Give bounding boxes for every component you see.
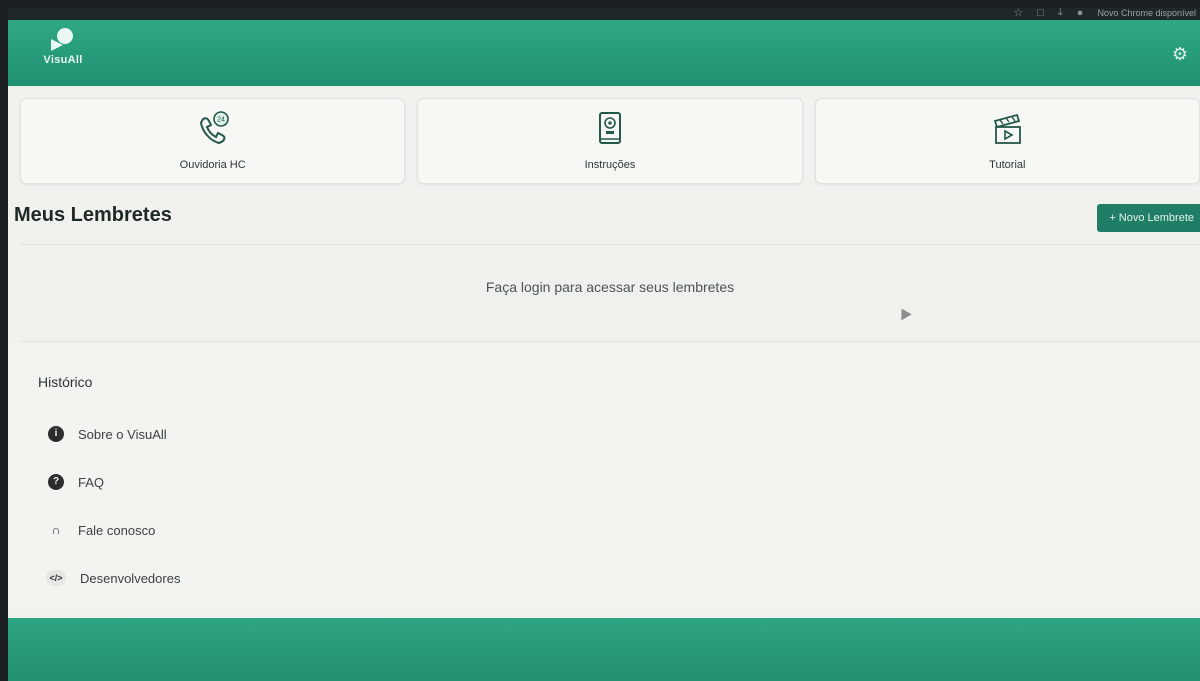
logo[interactable]: VisuAll — [38, 28, 88, 74]
code-icon: </> — [46, 570, 66, 586]
question-icon: ? — [48, 474, 64, 490]
logo-text: VisuAll — [43, 54, 83, 66]
new-reminder-button[interactable]: + Novo Lembrete — [1097, 204, 1200, 232]
card-tutorial[interactable]: Tutorial — [814, 98, 1200, 184]
download-icon[interactable]: ⤓ — [1058, 8, 1063, 19]
history-title: Histórico — [38, 374, 93, 390]
card-label: Instruções — [584, 159, 636, 171]
app-header: VisuAll ⚙ — [8, 20, 1200, 86]
card-ouvidoria[interactable]: 24 Ouvidoria HC — [20, 98, 406, 184]
phone-24h-icon: 24 — [199, 111, 229, 145]
profile-icon[interactable]: ● — [1077, 8, 1084, 19]
history-item-about[interactable]: i Sobre o VisuAll — [48, 422, 180, 446]
login-message: Faça login para acessar seus lembretes — [485, 279, 735, 295]
card-label: Ouvidoria HC — [179, 159, 246, 171]
clapperboard-icon — [994, 113, 1022, 144]
shortcut-cards: 24 Ouvidoria HC Instruções Tutorial — [20, 98, 1200, 184]
logo-mark-icon — [49, 28, 77, 52]
history-section: Histórico i Sobre o VisuAll ? FAQ ∩ Fale… — [8, 346, 1200, 604]
history-item-faq[interactable]: ? FAQ — [48, 470, 180, 494]
book-icon — [598, 112, 621, 144]
gear-icon[interactable]: ⚙ — [1170, 44, 1190, 64]
history-item-developers[interactable]: </> Desenvolvedores — [46, 566, 181, 590]
card-instrucoes[interactable]: Instruções — [417, 98, 803, 184]
extensions-icon[interactable]: □ — [1037, 8, 1044, 19]
list-item-label: Desenvolvedores — [80, 570, 181, 586]
list-item-label: Fale conosco — [78, 522, 156, 538]
headphones-icon: ∩ — [51, 523, 61, 537]
star-icon[interactable]: ☆ — [1013, 8, 1023, 19]
list-item-label: FAQ — [78, 474, 105, 490]
info-icon: i — [48, 426, 64, 442]
app-footer — [8, 618, 1200, 681]
svg-text:24: 24 — [217, 117, 225, 124]
app-screen: ☆ □ ⤓ ● Novo Chrome disponível VisuAll ⚙… — [8, 8, 1200, 681]
history-list: i Sobre o VisuAll ? FAQ ∩ Fale conosco <… — [46, 422, 181, 614]
card-label: Tutorial — [989, 159, 1026, 171]
browser-toolbar-actions: ☆ □ ⤓ ● Novo Chrome disponível — [1013, 8, 1196, 19]
reminders-title: Meus Lembretes — [14, 204, 172, 226]
browser-toolbar: ☆ □ ⤓ ● Novo Chrome disponível — [8, 8, 1200, 20]
history-item-contact[interactable]: ∩ Fale conosco — [48, 518, 180, 542]
list-item-label: Sobre o VisuAll — [78, 426, 167, 442]
reminders-panel: Faça login para acessar seus lembretes — [20, 244, 1200, 342]
update-chrome-button[interactable]: Novo Chrome disponível — [1097, 8, 1196, 18]
